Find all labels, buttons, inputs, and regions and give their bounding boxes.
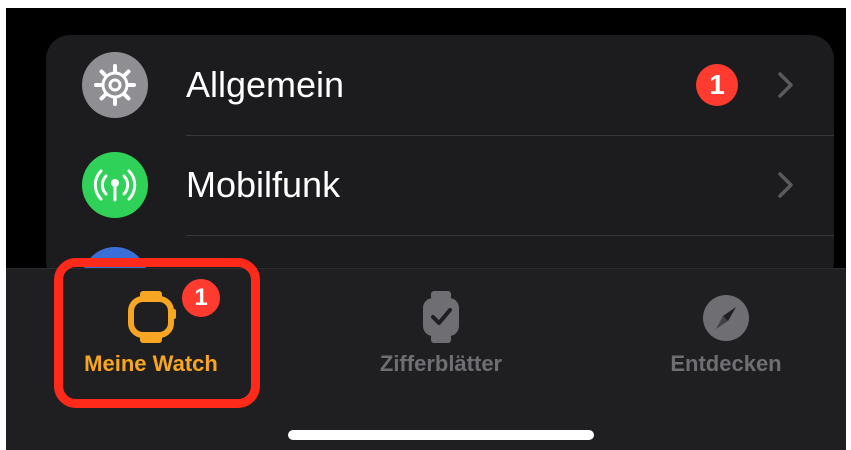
settings-group: Allgemein 1 Mobilfunk — [46, 35, 834, 285]
chevron-right-icon — [777, 171, 795, 199]
notification-badge: 1 — [696, 64, 738, 106]
compass-icon — [701, 293, 751, 343]
tab-label: Zifferblätter — [379, 351, 503, 376]
tab-meine-watch[interactable]: 1 Meine Watch — [56, 269, 246, 399]
settings-row-label: Allgemein — [186, 64, 345, 105]
tab-zifferblaetter[interactable]: Zifferblätter — [341, 269, 541, 399]
watch-icon — [123, 289, 179, 345]
gear-icon — [82, 52, 148, 118]
settings-row-label: Mobilfunk — [186, 164, 341, 205]
tab-notification-badge: 1 — [180, 277, 222, 319]
phone-screen: Allgemein 1 Mobilfunk 1 Meine Watch Ziff… — [6, 8, 846, 450]
antenna-icon — [82, 152, 148, 218]
chevron-right-icon — [777, 71, 795, 99]
home-indicator[interactable] — [288, 430, 594, 440]
watch-face-icon — [419, 289, 463, 345]
tab-entdecken[interactable]: Entdecken — [636, 269, 816, 399]
tab-bar: 1 Meine Watch Zifferblätter Entdecken — [6, 268, 846, 450]
settings-row-mobilfunk[interactable]: Mobilfunk — [46, 135, 834, 235]
tab-label: Meine Watch — [84, 351, 218, 376]
row-separator — [186, 235, 834, 236]
settings-row-allgemein[interactable]: Allgemein 1 — [46, 35, 834, 135]
tab-label: Entdecken — [670, 351, 782, 376]
